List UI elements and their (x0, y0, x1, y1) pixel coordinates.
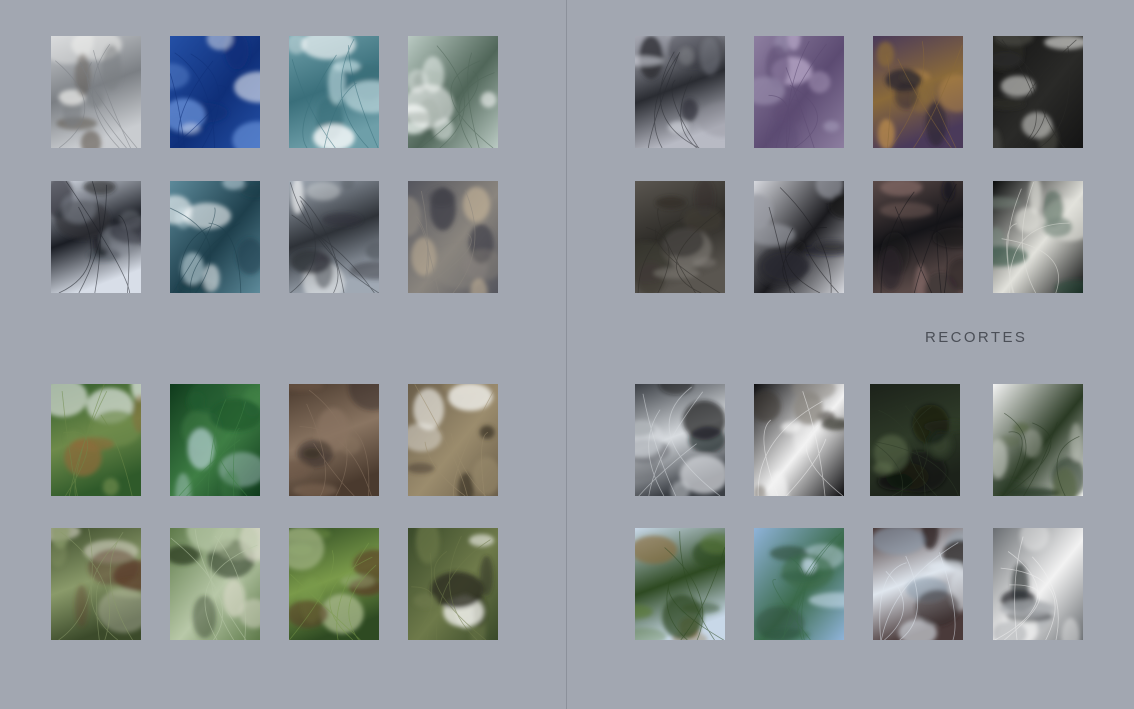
dark-seed-leaves-image (873, 181, 963, 293)
photo-purple-leaf[interactable] (754, 36, 844, 148)
photo-steam-over-field[interactable] (51, 36, 141, 148)
photo-snowy-moss[interactable] (408, 528, 498, 640)
snow-ivy-image (993, 384, 1083, 496)
photo-dew-drops-dark[interactable] (993, 36, 1083, 148)
photo-snow-ivy[interactable] (993, 384, 1083, 496)
wave-splash-image (408, 36, 498, 148)
bare-branches-image (51, 181, 141, 293)
ice-on-branches-image (635, 384, 725, 496)
photo-birch-trunks[interactable] (993, 181, 1083, 293)
branches-grey-sky-image (635, 36, 725, 148)
photo-dark-foliage[interactable] (870, 384, 960, 496)
photo-wave-splash[interactable] (408, 36, 498, 148)
photo-ice-rock[interactable] (873, 528, 963, 640)
twisted-vine-image (289, 384, 379, 496)
photo-ice-on-branches[interactable] (635, 384, 725, 496)
photo-branches-grey-sky[interactable] (635, 36, 725, 148)
photo-hanging-nest[interactable] (635, 528, 725, 640)
photo-cactus-blue-sky[interactable] (754, 528, 844, 640)
photo-dry-grass-tangle[interactable] (635, 181, 725, 293)
mossy-cliff-image (51, 384, 141, 496)
purple-crab-image (873, 36, 963, 148)
photo-mossy-cliff[interactable] (51, 384, 141, 496)
photo-dark-seed-leaves[interactable] (873, 181, 963, 293)
photo-misty-water[interactable] (993, 528, 1083, 640)
photo-purple-crab[interactable] (873, 36, 963, 148)
bare-tree-sky-image (754, 181, 844, 293)
photo-palm-fronds[interactable] (170, 528, 260, 640)
misty-water-image (993, 528, 1083, 640)
dry-grass-tangle-image (635, 181, 725, 293)
forest-vine-image (289, 528, 379, 640)
tree-bark-snow-image (408, 384, 498, 496)
turbulent-water-image (170, 181, 260, 293)
photo-snow-on-branches[interactable] (754, 384, 844, 496)
dark-foliage-image (870, 384, 960, 496)
snowy-moss-image (408, 528, 498, 640)
photo-bare-tree-sky[interactable] (754, 181, 844, 293)
hanging-nest-image (635, 528, 725, 640)
tree-trunk-forest-image (51, 528, 141, 640)
photo-stormy-sky[interactable] (408, 181, 498, 293)
photo-bare-branches[interactable] (51, 181, 141, 293)
photo-turquoise-waves[interactable] (289, 36, 379, 148)
section-title: RECORTES (925, 329, 1028, 346)
snow-on-branches-image (754, 384, 844, 496)
photo-turbulent-water[interactable] (170, 181, 260, 293)
page-gutter (566, 0, 567, 709)
photo-tree-trunk-forest[interactable] (51, 528, 141, 640)
birch-trunks-image (993, 181, 1083, 293)
deep-blue-water-image (170, 36, 260, 148)
photo-cloud-mountain[interactable] (289, 181, 379, 293)
leaves-backlit-image (170, 384, 260, 496)
book-spread: RECORTES (0, 0, 1134, 709)
stormy-sky-image (408, 181, 498, 293)
photo-leaves-backlit[interactable] (170, 384, 260, 496)
ice-rock-image (873, 528, 963, 640)
turquoise-waves-image (289, 36, 379, 148)
photo-tree-bark-snow[interactable] (408, 384, 498, 496)
steam-over-field-image (51, 36, 141, 148)
cactus-blue-sky-image (754, 528, 844, 640)
photo-forest-vine[interactable] (289, 528, 379, 640)
photo-twisted-vine[interactable] (289, 384, 379, 496)
cloud-mountain-image (289, 181, 379, 293)
photo-deep-blue-water[interactable] (170, 36, 260, 148)
purple-leaf-image (754, 36, 844, 148)
dew-drops-dark-image (993, 36, 1083, 148)
palm-fronds-image (170, 528, 260, 640)
